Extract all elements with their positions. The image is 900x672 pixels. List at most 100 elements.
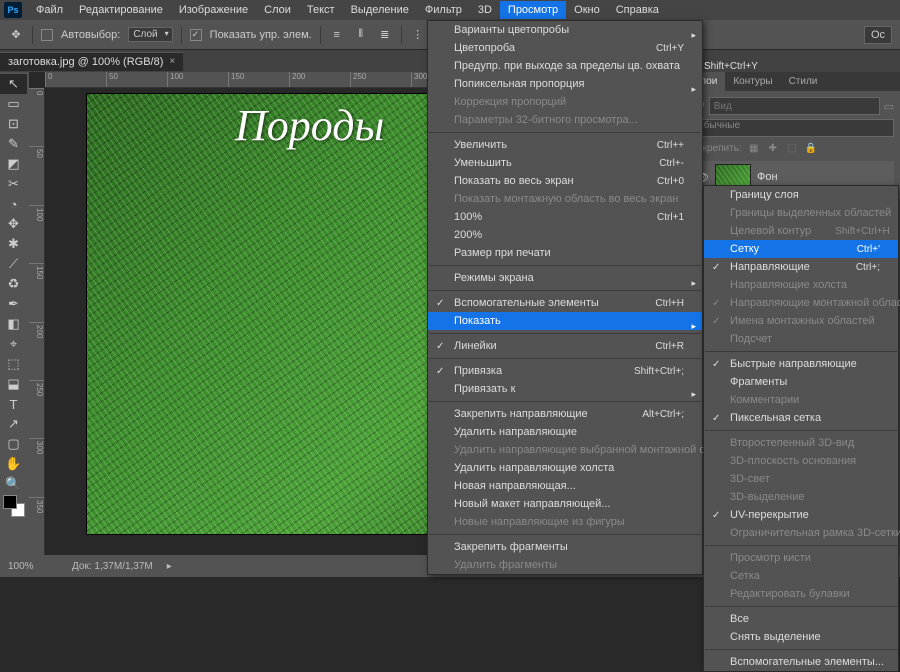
menu-item[interactable]: Снять выделение bbox=[704, 628, 898, 646]
workspace-switcher[interactable]: Ос bbox=[864, 26, 892, 44]
lock-artboard-icon[interactable]: ⬚ bbox=[785, 141, 799, 155]
tool-button[interactable]: T bbox=[0, 394, 27, 414]
menubar-item[interactable]: Текст bbox=[299, 1, 343, 19]
auto-select-checkbox[interactable] bbox=[41, 29, 53, 41]
document-tab[interactable]: заготовка.jpg @ 100% (RGB/8) × bbox=[0, 52, 183, 71]
menu-item[interactable]: ✓Вспомогательные элементыCtrl+H bbox=[428, 294, 702, 312]
menu-item[interactable]: СеткуCtrl+' bbox=[704, 240, 898, 258]
menubar-item[interactable]: Редактирование bbox=[71, 1, 171, 19]
show-transform-label: Показать упр. элем. bbox=[210, 29, 312, 41]
menu-item[interactable]: Удалить направляющие bbox=[428, 423, 702, 441]
tool-button[interactable]: ✎ bbox=[0, 134, 27, 154]
menu-item[interactable]: Привязать к bbox=[428, 380, 702, 398]
move-tool-icon: ✥ bbox=[8, 27, 24, 43]
align-icon[interactable]: ⫴ bbox=[353, 27, 369, 43]
menu-item[interactable]: Предупр. при выходе за пределы цв. охват… bbox=[428, 57, 702, 75]
distribute-icon[interactable]: ⋮ bbox=[410, 27, 426, 43]
menu-item: Комментарии bbox=[704, 391, 898, 409]
tool-button[interactable]: ⟋ bbox=[0, 254, 27, 274]
tool-button[interactable]: ↗ bbox=[0, 414, 27, 434]
menu-show: Границу слояГраницы выделенных областейЦ… bbox=[703, 185, 899, 672]
layer-filter-input[interactable] bbox=[709, 97, 880, 115]
menu-item: Второстепенный 3D-вид bbox=[704, 434, 898, 452]
tab-styles[interactable]: Стили bbox=[781, 72, 826, 91]
menubar-item[interactable]: Изображение bbox=[171, 1, 256, 19]
lock-all-icon[interactable]: 🔒 bbox=[804, 141, 818, 155]
menubar-item[interactable]: Слои bbox=[256, 1, 299, 19]
menu-item[interactable]: ✓UV-перекрытие bbox=[704, 506, 898, 524]
menu-item[interactable]: ✓ЛинейкиCtrl+R bbox=[428, 337, 702, 355]
layer-name: Фон bbox=[757, 171, 778, 183]
menu-item[interactable]: Закрепить фрагменты bbox=[428, 538, 702, 556]
menu-item[interactable]: УменьшитьCtrl+- bbox=[428, 154, 702, 172]
menu-item: Сетка bbox=[704, 567, 898, 585]
menubar-item[interactable]: 3D bbox=[470, 1, 500, 19]
menu-item[interactable]: Варианты цветопробы bbox=[428, 21, 702, 39]
align-icon[interactable]: ≣ bbox=[377, 27, 393, 43]
menu-item[interactable]: Новая направляющая... bbox=[428, 477, 702, 495]
blend-mode-dropdown[interactable]: Обычные bbox=[691, 119, 894, 137]
lock-position-icon[interactable]: ✚ bbox=[766, 141, 780, 155]
show-transform-checkbox[interactable] bbox=[190, 29, 202, 41]
tool-button[interactable]: ◧ bbox=[0, 314, 27, 334]
menu-item[interactable]: Новый макет направляющей... bbox=[428, 495, 702, 513]
menu-item: Просмотр кисти bbox=[704, 549, 898, 567]
menu-item[interactable]: 200% bbox=[428, 226, 702, 244]
menubar-item[interactable]: Фильтр bbox=[417, 1, 470, 19]
menu-item[interactable]: Фрагменты bbox=[704, 373, 898, 391]
menu-item[interactable]: Вспомогательные элементы... bbox=[704, 653, 898, 671]
menu-item[interactable]: Удалить направляющие холста bbox=[428, 459, 702, 477]
menu-item[interactable]: Режимы экрана bbox=[428, 269, 702, 287]
tool-button[interactable]: ⬓ bbox=[0, 374, 27, 394]
align-icon[interactable]: ≡ bbox=[329, 27, 345, 43]
menubar-item[interactable]: Выделение bbox=[343, 1, 417, 19]
tool-button[interactable]: ✒ bbox=[0, 294, 27, 314]
menu-item[interactable]: УвеличитьCtrl++ bbox=[428, 136, 702, 154]
menu-item[interactable]: Все bbox=[704, 610, 898, 628]
tool-button[interactable]: 🔍 bbox=[0, 474, 27, 494]
menu-item[interactable]: ЦветопробаCtrl+Y bbox=[428, 39, 702, 57]
menu-item: Направляющие холста bbox=[704, 276, 898, 294]
menubar-item[interactable]: Файл bbox=[28, 1, 71, 19]
tool-button[interactable]: ◔ bbox=[0, 194, 27, 214]
menu-item[interactable]: Попиксельная пропорция bbox=[428, 75, 702, 93]
menubar-item[interactable]: Справка bbox=[608, 1, 667, 19]
filter-toggle[interactable]: ▭ bbox=[884, 100, 894, 113]
tool-button[interactable]: ◩ bbox=[0, 154, 27, 174]
menubar-item[interactable]: Окно bbox=[566, 1, 608, 19]
menu-item[interactable]: Размер при печати bbox=[428, 244, 702, 262]
tool-button[interactable]: ✂ bbox=[0, 174, 27, 194]
menu-item[interactable]: Показать bbox=[428, 312, 702, 330]
doc-size-label: Док: 1,37M/1,37M bbox=[72, 561, 153, 572]
menu-item: ✓Направляющие монтажной области bbox=[704, 294, 898, 312]
menu-item[interactable]: ✓НаправляющиеCtrl+; bbox=[704, 258, 898, 276]
swatch-pair[interactable] bbox=[0, 494, 27, 518]
tool-button[interactable]: ▭ bbox=[0, 94, 27, 114]
menu-item[interactable]: ✓Пиксельная сетка bbox=[704, 409, 898, 427]
document-tab-label: заготовка.jpg @ 100% (RGB/8) bbox=[8, 56, 163, 68]
tool-button[interactable]: ♻ bbox=[0, 274, 27, 294]
tool-button[interactable]: ▢ bbox=[0, 434, 27, 454]
close-icon[interactable]: × bbox=[169, 56, 175, 67]
tool-button[interactable]: ✱ bbox=[0, 234, 27, 254]
auto-select-dropdown[interactable]: Слой bbox=[128, 27, 172, 42]
menu-item: 3D-плоскость основания bbox=[704, 452, 898, 470]
menu-item[interactable]: Показать во весь экранCtrl+0 bbox=[428, 172, 702, 190]
tool-button[interactable]: ⬚ bbox=[0, 354, 27, 374]
zoom-field[interactable]: 100% bbox=[8, 561, 58, 572]
tool-button[interactable]: ↖ bbox=[0, 74, 27, 94]
menubar-item[interactable]: Просмотр bbox=[500, 1, 566, 19]
menu-item[interactable]: Границу слоя bbox=[704, 186, 898, 204]
tool-button[interactable]: ✋ bbox=[0, 454, 27, 474]
tool-button[interactable]: ⌖ bbox=[0, 334, 27, 354]
tool-button[interactable]: ✥ bbox=[0, 214, 27, 234]
ruler-vertical: 050100150200250300350 bbox=[29, 88, 45, 555]
status-arrow-icon[interactable]: ▸ bbox=[167, 561, 172, 572]
menu-item[interactable]: 100%Ctrl+1 bbox=[428, 208, 702, 226]
lock-pixels-icon[interactable]: ▦ bbox=[747, 141, 761, 155]
tool-button[interactable]: ⊡ bbox=[0, 114, 27, 134]
tab-paths[interactable]: Контуры bbox=[725, 72, 780, 91]
menu-item[interactable]: ✓Быстрые направляющие bbox=[704, 355, 898, 373]
menu-item[interactable]: ✓ПривязкаShift+Ctrl+; bbox=[428, 362, 702, 380]
menu-item[interactable]: Закрепить направляющиеAlt+Ctrl+; bbox=[428, 405, 702, 423]
